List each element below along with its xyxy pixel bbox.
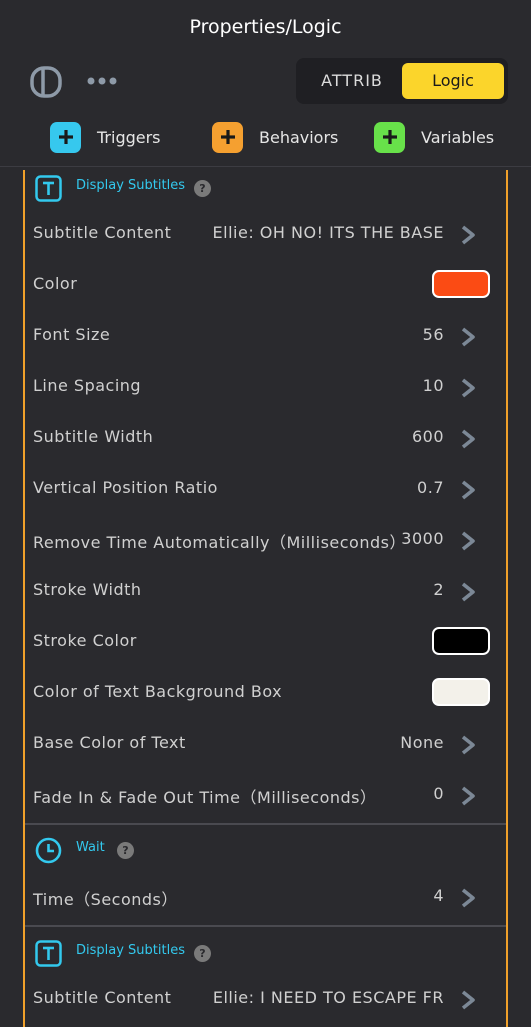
row-subtitle-content[interactable]: Subtitle Content Ellie: OH NO! ITS THE B… xyxy=(25,209,506,260)
more-dots-icon[interactable] xyxy=(86,70,118,92)
row-label: Subtitle Content xyxy=(33,988,172,1007)
row-label: Fade In & Fade Out Time（Milliseconds） xyxy=(33,788,377,807)
chevron-right-icon xyxy=(461,786,475,806)
tab-logic[interactable]: Logic xyxy=(402,63,504,99)
row-label: Color xyxy=(33,274,78,293)
chevron-right-icon xyxy=(461,990,475,1010)
block-name: Wait xyxy=(76,840,105,855)
block-header-display-subtitles[interactable]: Display Subtitles ? xyxy=(25,172,506,212)
add-triggers-label: Triggers xyxy=(97,127,161,147)
row-value: 3000 xyxy=(401,529,444,548)
row-label: Stroke Width xyxy=(33,580,142,599)
row-value: 56 xyxy=(422,325,444,344)
chevron-right-icon xyxy=(461,429,475,449)
row-font-size[interactable]: Font Size 56 xyxy=(25,311,506,362)
add-triggers-button[interactable]: Triggers xyxy=(50,120,161,154)
row-remove-time[interactable]: Remove Time Automatically（Milliseconds） … xyxy=(25,515,506,566)
row-label: Vertical Position Ratio xyxy=(33,478,218,497)
row-label: Base Color of Text xyxy=(33,733,186,752)
block-name: Display Subtitles xyxy=(76,178,185,193)
row-line-spacing[interactable]: Line Spacing 10 xyxy=(25,362,506,413)
row-value: Ellie: I NEED TO ESCAPE FR xyxy=(212,988,444,1007)
chevron-right-icon xyxy=(461,480,475,500)
help-icon[interactable]: ? xyxy=(194,180,211,197)
color-swatch[interactable] xyxy=(432,627,490,655)
row-subtitle-width[interactable]: Subtitle Width 600 xyxy=(25,413,506,464)
page-title: Properties/Logic xyxy=(189,16,342,38)
row-fade-time[interactable]: Fade In & Fade Out Time（Milliseconds） 0 xyxy=(25,770,506,821)
plus-icon xyxy=(212,121,243,153)
add-behaviors-label: Behaviors xyxy=(259,127,339,147)
row-label: Font Size xyxy=(33,325,111,344)
row-stroke-width[interactable]: Stroke Width 2 xyxy=(25,566,506,617)
row-text-background-color[interactable]: Color of Text Background Box xyxy=(25,668,506,719)
row-label: Stroke Color xyxy=(33,631,137,650)
help-icon[interactable]: ? xyxy=(194,945,211,962)
add-variables-label: Variables xyxy=(421,127,495,147)
help-icon[interactable]: ? xyxy=(117,842,134,859)
row-value: 2 xyxy=(433,580,444,599)
clock-icon xyxy=(35,837,62,864)
chevron-right-icon xyxy=(461,378,475,398)
color-swatch[interactable] xyxy=(432,678,490,706)
row-label: Line Spacing xyxy=(33,376,142,395)
chevron-right-icon xyxy=(461,582,475,602)
tab-attrib[interactable]: ATTRIB xyxy=(302,63,402,99)
chevron-right-icon xyxy=(461,735,475,755)
color-swatch[interactable] xyxy=(432,270,490,298)
row-label: Subtitle Width xyxy=(33,427,154,446)
chevron-right-icon xyxy=(461,225,475,245)
row-label: Subtitle Content xyxy=(33,223,172,242)
row-base-color[interactable]: Base Color of Text None xyxy=(25,719,506,770)
row-vertical-position-ratio[interactable]: Vertical Position Ratio 0.7 xyxy=(25,464,506,515)
header-divider xyxy=(0,166,531,167)
row-value: 10 xyxy=(422,376,444,395)
block-divider xyxy=(25,823,506,825)
row-label: Time（Seconds） xyxy=(33,890,178,909)
row-value: None xyxy=(400,733,444,752)
chevron-right-icon xyxy=(461,531,475,551)
row-label: Remove Time Automatically（Milliseconds） xyxy=(33,533,406,552)
block-header-wait[interactable]: Wait ? xyxy=(25,834,506,874)
logic-block-list[interactable]: Display Subtitles ? Subtitle Content Ell… xyxy=(23,170,508,1027)
row-value: 600 xyxy=(411,427,444,446)
chevron-right-icon xyxy=(461,327,475,347)
block-header-display-subtitles[interactable]: Display Subtitles ? xyxy=(25,937,506,977)
row-value: 0 xyxy=(433,784,444,803)
row-value: 0.7 xyxy=(417,478,444,497)
plus-icon xyxy=(50,121,81,153)
row-color[interactable]: Color xyxy=(25,260,506,311)
row-value: Ellie: OH NO! ITS THE BASE xyxy=(212,223,444,242)
add-behaviors-button[interactable]: Behaviors xyxy=(212,120,338,154)
sidebar-toggle-icon[interactable] xyxy=(30,66,62,98)
chevron-right-icon xyxy=(461,888,475,908)
block-divider xyxy=(25,925,506,927)
row-stroke-color[interactable]: Stroke Color xyxy=(25,617,506,668)
block-name: Display Subtitles xyxy=(76,943,185,958)
add-variables-button[interactable]: Variables xyxy=(374,120,494,154)
row-subtitle-content[interactable]: Subtitle Content Ellie: I NEED TO ESCAPE… xyxy=(25,974,506,1025)
plus-icon xyxy=(374,121,405,153)
text-icon xyxy=(35,175,62,202)
add-toolbar: Triggers Behaviors Variables xyxy=(0,120,531,154)
row-value: 4 xyxy=(433,886,444,905)
text-icon xyxy=(35,940,62,967)
mode-segmented-control: ATTRIB Logic xyxy=(296,58,508,104)
row-label: Color of Text Background Box xyxy=(33,682,283,701)
row-wait-time[interactable]: Time（Seconds） 4 xyxy=(25,872,506,923)
